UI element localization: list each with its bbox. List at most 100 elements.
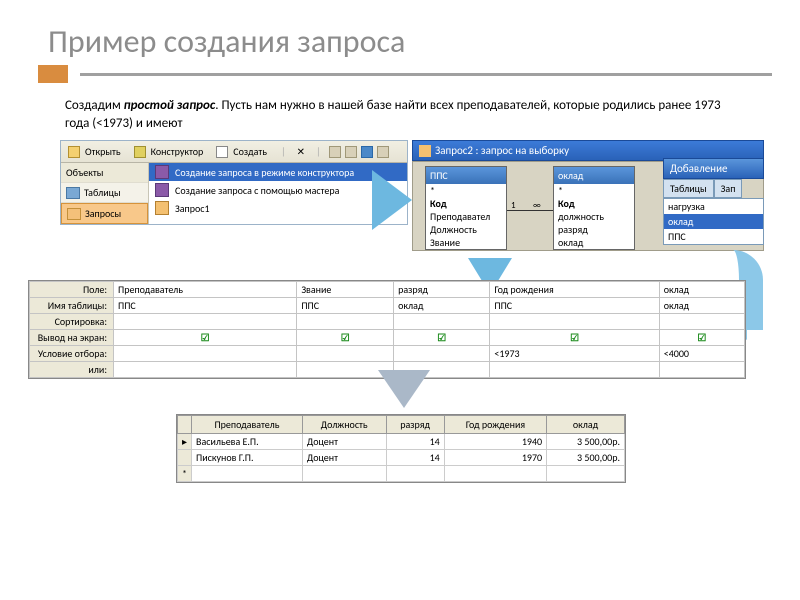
checkbox-icon[interactable]: ☑ xyxy=(437,331,446,344)
grid-cell[interactable] xyxy=(297,314,394,330)
field-item[interactable]: разряд xyxy=(554,223,634,236)
grid-cell[interactable]: оклад xyxy=(659,298,744,314)
grid-cell[interactable]: ППС xyxy=(490,298,659,314)
table-row-new: * xyxy=(178,466,625,482)
field-item[interactable]: должность xyxy=(554,210,634,223)
field-item[interactable]: Код xyxy=(554,197,634,210)
label-sort: Сортировка: xyxy=(30,314,114,330)
grid-cell[interactable]: ☑ xyxy=(659,330,744,346)
wizard-icon xyxy=(155,183,169,197)
view-details-icon[interactable] xyxy=(377,146,389,158)
cell[interactable]: 3 500,00р. xyxy=(547,434,625,450)
field-item[interactable]: Звание xyxy=(426,236,506,249)
col-header[interactable]: Должность xyxy=(302,416,386,434)
grid-cell[interactable] xyxy=(490,362,659,378)
grid-cell[interactable]: оклад xyxy=(659,282,744,298)
field-item[interactable]: Преподавател xyxy=(426,210,506,223)
list-item[interactable]: ППС xyxy=(664,229,763,244)
tab-tables[interactable]: Таблицы xyxy=(663,179,714,198)
cell[interactable] xyxy=(302,466,386,482)
col-header[interactable]: разряд xyxy=(386,416,444,434)
cell[interactable]: 1940 xyxy=(444,434,546,450)
grid-cell[interactable]: оклад xyxy=(394,298,490,314)
table-row: ▸ Васильева Е.П. Доцент 14 1940 3 500,00… xyxy=(178,434,625,450)
cell[interactable]: Васильева Е.П. xyxy=(192,434,303,450)
cell[interactable] xyxy=(444,466,546,482)
grid-cell[interactable] xyxy=(659,314,744,330)
rule-line xyxy=(80,73,772,76)
sidebar-item-queries[interactable]: Запросы xyxy=(61,203,148,224)
list-item[interactable]: нагрузка xyxy=(664,199,763,214)
grid-cell[interactable]: ☑ xyxy=(394,330,490,346)
grid-cell[interactable]: <1973 xyxy=(490,346,659,362)
cell[interactable]: Доцент xyxy=(302,434,386,450)
cell[interactable] xyxy=(386,466,444,482)
create-button[interactable]: Создать xyxy=(213,143,273,160)
grid-cell[interactable] xyxy=(394,346,490,362)
field-item[interactable]: оклад xyxy=(554,236,634,249)
table-header-row: Преподаватель Должность разряд Год рожде… xyxy=(178,416,625,434)
tab-queries[interactable]: Зап xyxy=(714,179,743,198)
design-button[interactable]: Конструктор xyxy=(131,143,210,160)
cell[interactable]: Пискунов Г.П. xyxy=(192,450,303,466)
row-selector[interactable]: ▸ xyxy=(178,434,192,450)
view-large-icon[interactable] xyxy=(329,146,341,158)
checkbox-icon[interactable]: ☑ xyxy=(697,331,706,344)
col-header[interactable]: оклад xyxy=(547,416,625,434)
new-icon xyxy=(216,146,228,158)
grid-cell[interactable] xyxy=(114,362,297,378)
row-selector[interactable]: * xyxy=(178,466,192,482)
grid-cell[interactable]: Звание xyxy=(297,282,394,298)
wizard-icon xyxy=(155,165,169,179)
grid-cell[interactable]: разряд xyxy=(394,282,490,298)
grid-cell[interactable]: ☑ xyxy=(297,330,394,346)
list-item[interactable]: Запрос1 xyxy=(149,199,407,217)
field-list-oklad[interactable]: оклад * Код должность разряд оклад xyxy=(553,166,635,250)
label-table: Имя таблицы: xyxy=(30,298,114,314)
col-header[interactable]: Год рождения xyxy=(444,416,546,434)
grid-cell[interactable]: Год рождения xyxy=(490,282,659,298)
grid-cell[interactable] xyxy=(297,346,394,362)
view-list-icon[interactable] xyxy=(361,146,373,158)
grid-cell[interactable] xyxy=(114,346,297,362)
open-button[interactable]: Открыть xyxy=(65,143,127,160)
cell[interactable]: 14 xyxy=(386,434,444,450)
checkbox-icon[interactable]: ☑ xyxy=(201,331,210,344)
cell[interactable] xyxy=(192,466,303,482)
query-design-grid[interactable]: Поле: Преподаватель Звание разряд Год ро… xyxy=(28,280,746,379)
grid-cell[interactable]: <4000 xyxy=(659,346,744,362)
cell[interactable]: 1970 xyxy=(444,450,546,466)
grid-cell[interactable] xyxy=(114,314,297,330)
grid-cell[interactable] xyxy=(659,362,744,378)
cell[interactable]: 3 500,00р. xyxy=(547,450,625,466)
view-small-icon[interactable] xyxy=(345,146,357,158)
list-item[interactable]: Создание запроса в режиме конструктора xyxy=(149,163,407,181)
field-item[interactable]: * xyxy=(426,184,506,197)
field-item[interactable]: Должность xyxy=(426,223,506,236)
field-list-body: * Код Преподавател Должность Звание xyxy=(426,184,506,249)
cell[interactable]: Доцент xyxy=(302,450,386,466)
field-list-pps[interactable]: ППС * Код Преподавател Должность Звание xyxy=(425,166,507,250)
col-header[interactable]: Преподаватель xyxy=(192,416,303,434)
relation-many-label: ∞ xyxy=(533,200,541,211)
grid-cell[interactable]: ☑ xyxy=(490,330,659,346)
checkbox-icon[interactable]: ☑ xyxy=(570,331,579,344)
cell[interactable]: 14 xyxy=(386,450,444,466)
checkbox-icon[interactable]: ☑ xyxy=(341,331,350,344)
window-icon xyxy=(419,145,431,157)
cell[interactable] xyxy=(547,466,625,482)
row-selector[interactable] xyxy=(178,450,192,466)
grid-cell[interactable] xyxy=(490,314,659,330)
arrow-right-icon xyxy=(372,170,412,230)
field-item[interactable]: * xyxy=(554,184,634,197)
grid-cell[interactable]: ☑ xyxy=(114,330,297,346)
grid-cell[interactable]: Преподаватель xyxy=(114,282,297,298)
grid-cell[interactable]: ППС xyxy=(114,298,297,314)
grid-cell[interactable]: ППС xyxy=(297,298,394,314)
field-item[interactable]: Код xyxy=(426,197,506,210)
grid-cell[interactable] xyxy=(394,314,490,330)
list-item[interactable]: Создание запроса с помощью мастера xyxy=(149,181,407,199)
list-item[interactable]: оклад xyxy=(664,214,763,229)
sidebar-item-tables[interactable]: Таблицы xyxy=(61,183,148,203)
delete-button[interactable]: ✕ xyxy=(294,144,308,159)
